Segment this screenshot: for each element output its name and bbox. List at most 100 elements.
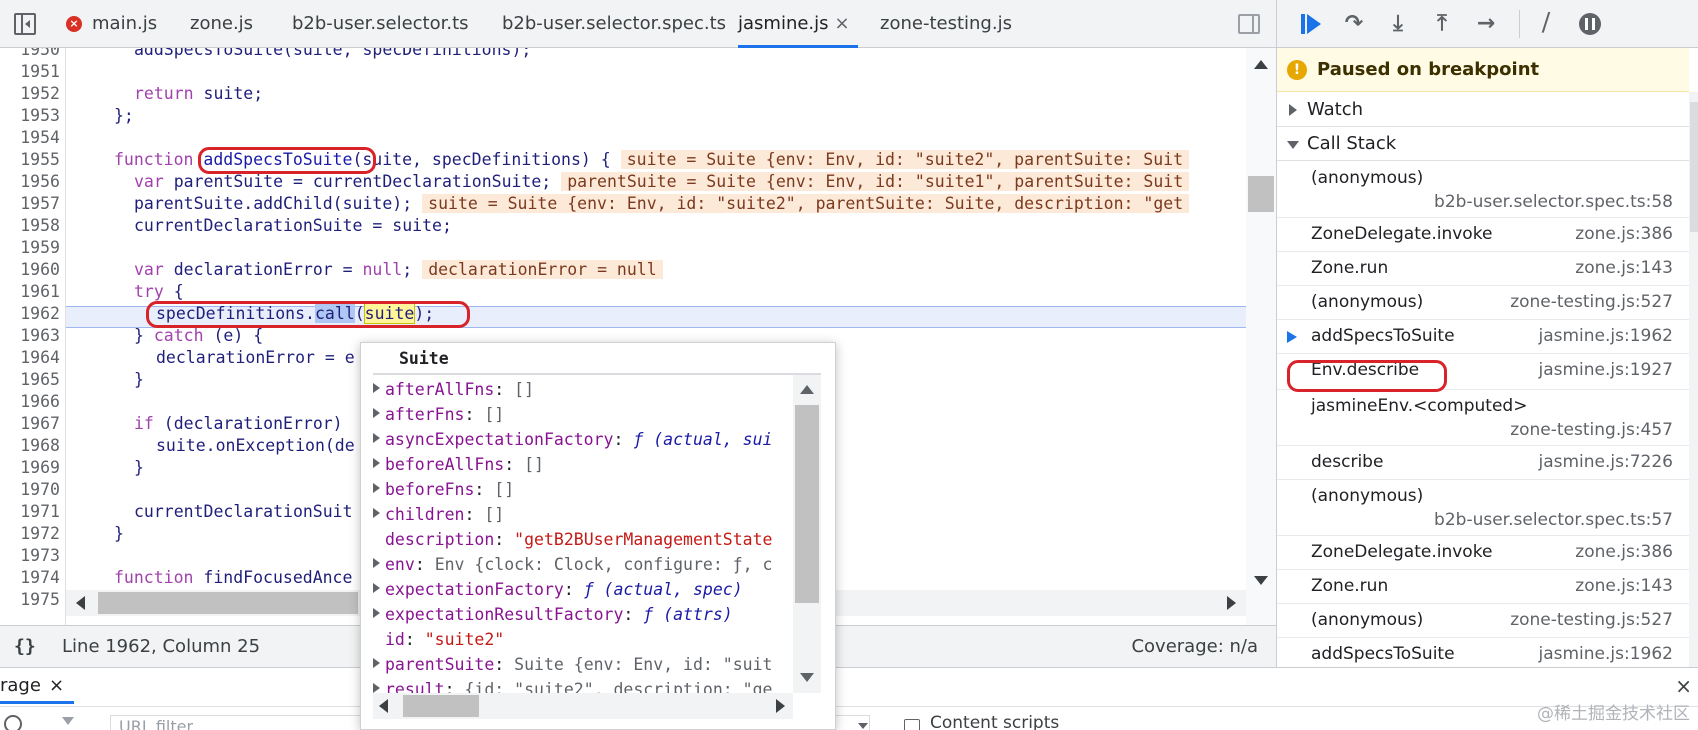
code-line: }; xyxy=(114,106,134,125)
coverage-status: Coverage: n/a xyxy=(1131,636,1258,657)
call-stack-frame[interactable]: Zone.run zone.js:143 xyxy=(1277,252,1689,286)
property-row[interactable]: children: [] xyxy=(373,502,783,527)
inline-variable-value: parentSuite = Suite {env: Env, id: "suit… xyxy=(561,172,1190,191)
line-number[interactable]: 1967 xyxy=(0,413,60,435)
line-number[interactable]: 1972 xyxy=(0,523,60,545)
line-number[interactable]: 1955 xyxy=(0,149,60,171)
line-number[interactable]: 1963 xyxy=(0,325,60,347)
property-row[interactable]: parentSuite: Suite {env: Env, id: "suit xyxy=(373,652,783,677)
drawer-tab-coverage[interactable]: rage × xyxy=(0,668,75,704)
line-number[interactable]: 1954 xyxy=(0,127,60,149)
line-number[interactable]: 1965 xyxy=(0,369,60,391)
line-number[interactable]: 1961 xyxy=(0,281,60,303)
tab-b2b-user-selector-spec-ts[interactable]: b2b-user.selector.spec.ts xyxy=(502,0,726,48)
call-stack-frame[interactable]: addSpecsToSuite jasmine.js:1962 xyxy=(1277,638,1689,667)
resume-icon[interactable] xyxy=(1299,12,1325,36)
pretty-print-button[interactable]: {} xyxy=(14,626,36,668)
call-stack-frame[interactable]: (anonymous) zone-testing.js:527 xyxy=(1277,604,1689,638)
line-number[interactable]: 1973 xyxy=(0,545,60,567)
scroll-thumb[interactable] xyxy=(403,695,479,717)
call-stack-frame[interactable]: describe jasmine.js:7226 xyxy=(1277,446,1689,480)
line-number[interactable]: 1956 xyxy=(0,171,60,193)
scroll-left-icon[interactable] xyxy=(379,699,388,713)
pause-on-exceptions-icon[interactable] xyxy=(1579,13,1601,35)
popover-vertical-scrollbar[interactable] xyxy=(793,375,821,693)
property-row[interactable]: result: {id: "suite2", description: "ge xyxy=(373,677,783,693)
line-number[interactable]: 1953 xyxy=(0,105,60,127)
call-stack-frame-current[interactable]: addSpecsToSuite jasmine.js:1962 xyxy=(1277,320,1689,354)
call-stack-frame[interactable]: ZoneDelegate.invoke zone.js:386 xyxy=(1277,536,1689,570)
property-row[interactable]: expectationResultFactory: ƒ (attrs) xyxy=(373,602,783,627)
line-number[interactable]: 1964 xyxy=(0,347,60,369)
toggle-navigator-icon[interactable] xyxy=(14,13,36,35)
line-number[interactable]: 1966 xyxy=(0,391,60,413)
tab-zone-js[interactable]: zone.js xyxy=(190,0,253,48)
property-row[interactable]: beforeAllFns: [] xyxy=(373,452,783,477)
popover-horizontal-scrollbar[interactable] xyxy=(373,693,793,719)
code-line: var declarationError = null; declarationE… xyxy=(134,259,663,281)
call-stack-frame[interactable]: (anonymous) zone-testing.js:527 xyxy=(1277,286,1689,320)
content-scripts-checkbox[interactable] xyxy=(904,719,920,730)
line-number[interactable]: 1950 xyxy=(0,48,60,61)
info-icon: ! xyxy=(1287,60,1307,80)
property-row[interactable]: afterFns: [] xyxy=(373,402,783,427)
scroll-thumb[interactable] xyxy=(795,405,819,603)
editor-vertical-scrollbar[interactable] xyxy=(1246,48,1276,625)
code-line: } xyxy=(114,524,124,543)
scroll-thumb[interactable] xyxy=(1248,176,1274,212)
close-tab-icon[interactable]: × xyxy=(835,13,850,34)
line-number[interactable]: 1959 xyxy=(0,237,60,259)
code-line: currentDeclarationSuit xyxy=(134,502,353,521)
deactivate-breakpoints-icon[interactable]: ⧸ xyxy=(1533,12,1559,36)
export-icon[interactable] xyxy=(62,717,74,725)
section-watch[interactable]: Watch xyxy=(1277,93,1689,127)
line-number[interactable]: 1970 xyxy=(0,479,60,501)
property-row[interactable]: asyncExpectationFactory: ƒ (actual, sui xyxy=(373,427,783,452)
line-number[interactable]: 1957 xyxy=(0,193,60,215)
step-into-icon[interactable]: ⤓ xyxy=(1385,12,1411,36)
chevron-down-icon[interactable] xyxy=(858,723,868,729)
scroll-right-icon[interactable] xyxy=(1227,596,1236,610)
step-icon[interactable]: → xyxy=(1473,12,1499,36)
debugger-toolbar: ↷ ⤓ ⤒ → ⧸ xyxy=(1277,0,1698,48)
call-stack-frame[interactable]: Zone.run zone.js:143 xyxy=(1277,570,1689,604)
tab-main-js[interactable]: × main.js xyxy=(66,0,157,48)
call-stack-frame[interactable]: (anonymous) b2b-user.selector.spec.ts:57 xyxy=(1277,480,1689,536)
tab-b2b-user-selector-ts[interactable]: b2b-user.selector.ts xyxy=(292,0,469,48)
call-stack-frame[interactable]: jasmineEnv.<computed> zone-testing.js:45… xyxy=(1277,390,1689,446)
line-number[interactable]: 1969 xyxy=(0,457,60,479)
section-call-stack[interactable]: Call Stack xyxy=(1277,127,1689,161)
line-number[interactable]: 1962 xyxy=(0,303,60,325)
close-drawer-tab-icon[interactable]: × xyxy=(49,675,64,696)
scroll-left-icon[interactable] xyxy=(76,596,85,610)
property-row[interactable]: expectationFactory: ƒ (actual, spec) xyxy=(373,577,783,602)
property-row[interactable]: beforeFns: [] xyxy=(373,477,783,502)
tab-zone-testing-js[interactable]: zone-testing.js xyxy=(880,0,1012,48)
tab-jasmine-js[interactable]: jasmine.js × xyxy=(738,0,858,48)
scroll-down-icon[interactable] xyxy=(800,673,814,682)
scroll-up-icon[interactable] xyxy=(1254,60,1268,69)
property-row: description: "getB2BUserManagementState xyxy=(385,530,773,549)
sidebar-scrollbar[interactable] xyxy=(1689,92,1698,667)
scroll-right-icon[interactable] xyxy=(776,699,785,713)
line-number[interactable]: 1958 xyxy=(0,215,60,237)
step-over-icon[interactable]: ↷ xyxy=(1341,12,1367,36)
line-number[interactable]: 1971 xyxy=(0,501,60,523)
line-number[interactable]: 1960 xyxy=(0,259,60,281)
scroll-down-icon[interactable] xyxy=(1254,576,1268,585)
reload-icon[interactable] xyxy=(4,715,22,730)
line-number[interactable]: 1952 xyxy=(0,83,60,105)
line-number[interactable]: 1975 xyxy=(0,589,60,611)
scroll-up-icon[interactable] xyxy=(800,385,814,394)
line-number[interactable]: 1968 xyxy=(0,435,60,457)
property-row[interactable]: env: Env {clock: Clock, configure: ƒ, c xyxy=(373,552,783,577)
step-out-icon[interactable]: ⤒ xyxy=(1429,12,1455,36)
call-stack-frame[interactable]: (anonymous) b2b-user.selector.spec.ts:58 xyxy=(1277,162,1689,218)
call-stack-frame[interactable]: ZoneDelegate.invoke zone.js:386 xyxy=(1277,218,1689,252)
line-number[interactable]: 1951 xyxy=(0,61,60,83)
property-row[interactable]: afterAllFns: [] xyxy=(373,377,783,402)
scroll-thumb[interactable] xyxy=(98,592,358,614)
scroll-thumb[interactable] xyxy=(1690,102,1698,232)
toggle-debugger-icon[interactable] xyxy=(1238,14,1260,34)
line-number[interactable]: 1974 xyxy=(0,567,60,589)
